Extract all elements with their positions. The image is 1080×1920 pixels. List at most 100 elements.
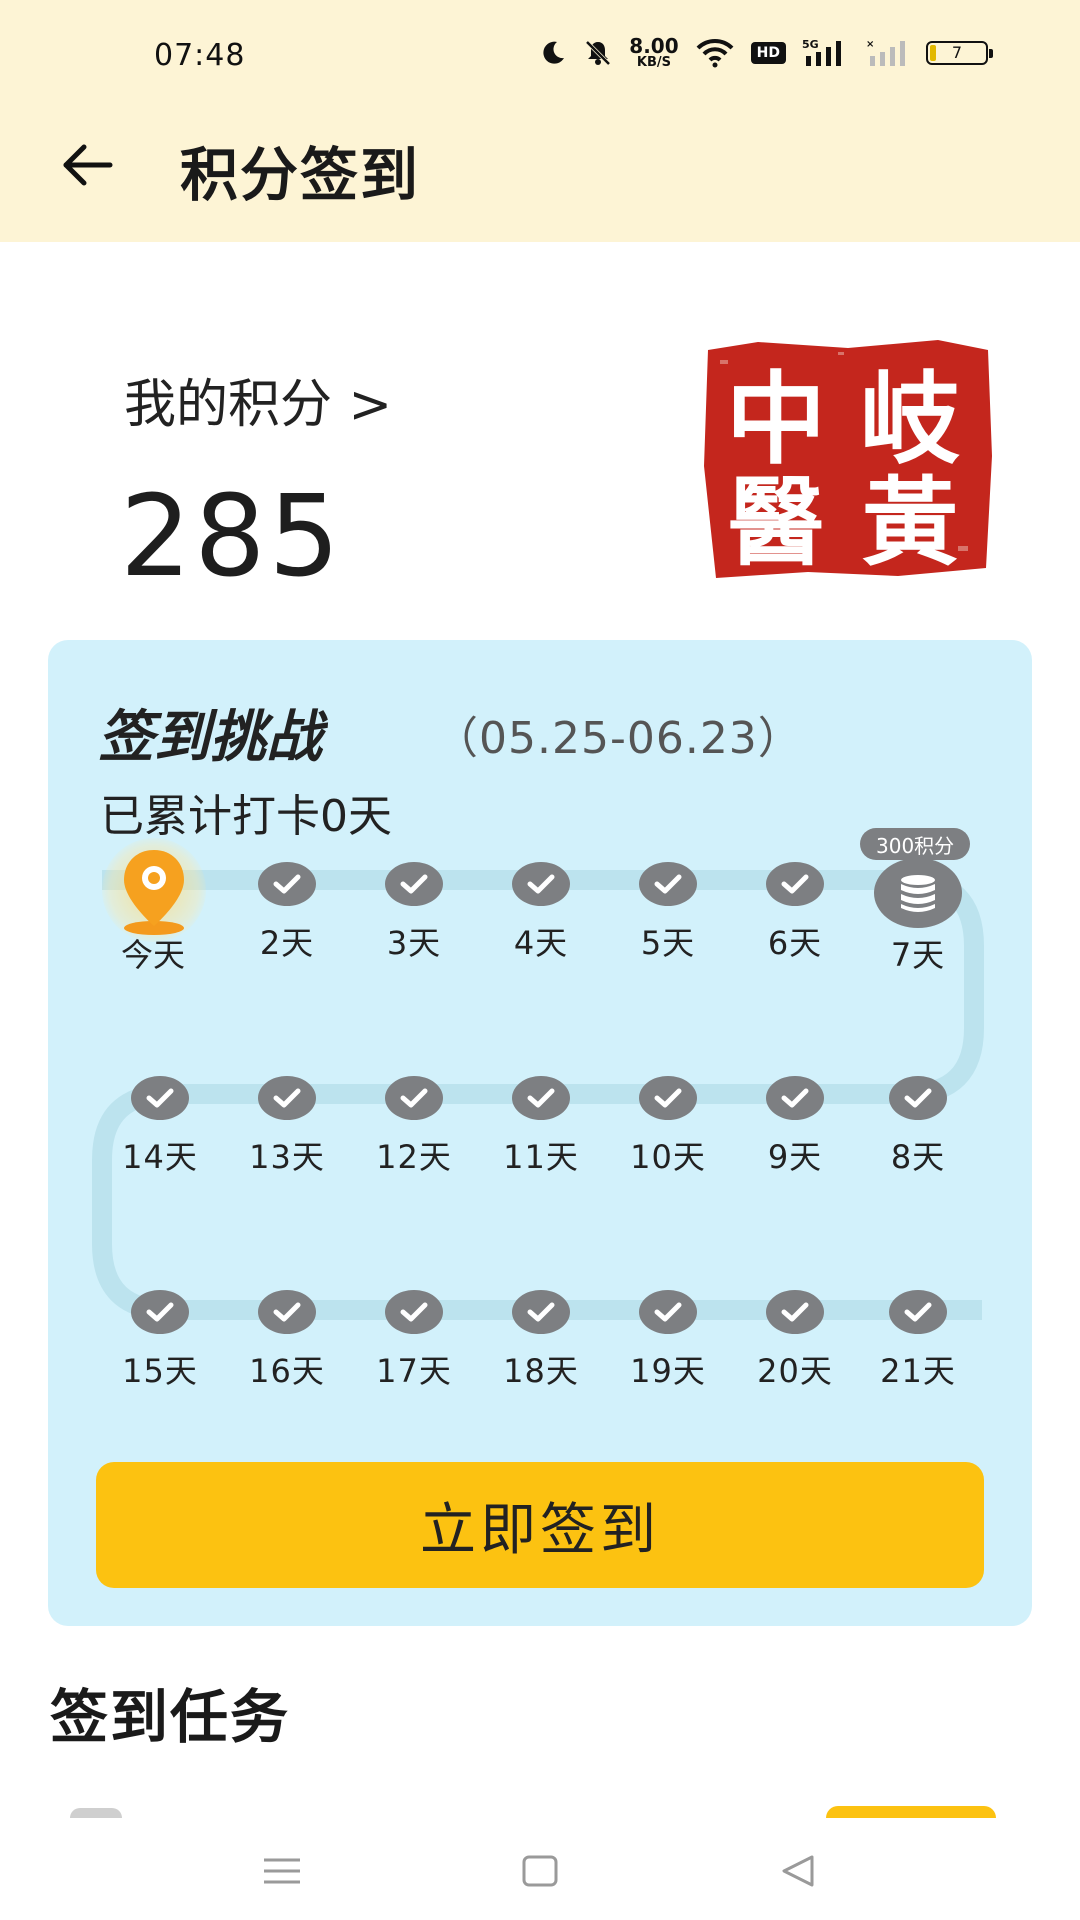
task-action-button-peek[interactable] [826, 1806, 996, 1818]
day-label: 9天 [767, 1138, 823, 1176]
day-label: 13天 [249, 1138, 325, 1176]
seal-logo: 中 岐 醫 黃 [704, 340, 992, 579]
day-11: 11天 [486, 1076, 596, 1178]
day-label: 21天 [880, 1352, 956, 1390]
day-18: 18天 [486, 1290, 596, 1392]
day-label: 3天 [386, 924, 442, 962]
moon-icon [539, 39, 567, 67]
check-icon [512, 1076, 570, 1120]
day-label: 16天 [249, 1352, 325, 1390]
header-bar: 07:48 8.00 KB/S HD 5G × 7 积分签到 [0, 0, 1080, 242]
seal-char-4: 黃 [862, 466, 958, 579]
check-icon [889, 1076, 947, 1120]
today-marker [102, 838, 206, 942]
back-triangle-icon [782, 1855, 814, 1887]
day-label: 14天 [122, 1138, 198, 1176]
challenge-date-range: （05.25-06.23） [434, 713, 803, 764]
check-icon [131, 1290, 189, 1334]
wifi-icon [695, 38, 735, 68]
home-square-icon [522, 1855, 558, 1887]
day-label: 11天 [503, 1138, 579, 1176]
day-21: 21天 [863, 1290, 973, 1392]
check-icon [766, 1076, 824, 1120]
day-20: 20天 [740, 1290, 850, 1392]
day-5: 5天 [613, 862, 723, 964]
day-label: 19天 [630, 1352, 706, 1390]
points-value: 285 [120, 472, 343, 602]
home-button[interactable] [510, 1846, 570, 1896]
check-icon [889, 1290, 947, 1334]
back-button[interactable] [52, 130, 122, 200]
check-icon [639, 1076, 697, 1120]
signal-5g-icon: 5G [802, 38, 850, 68]
my-points-link[interactable]: 我的积分 > [124, 362, 392, 437]
check-icon [639, 862, 697, 906]
check-icon [258, 862, 316, 906]
check-icon [385, 1076, 443, 1120]
day-label: 2天 [259, 924, 315, 962]
system-back-button[interactable] [768, 1846, 828, 1896]
day-16: 16天 [232, 1290, 342, 1392]
net-speed: 8.00 KB/S [629, 36, 678, 69]
day-2: 2天 [232, 862, 342, 964]
day-label: 15天 [122, 1352, 198, 1390]
check-icon [258, 1290, 316, 1334]
day-10: 10天 [613, 1076, 723, 1178]
day-15: 15天 [105, 1290, 215, 1392]
day-17: 17天 [359, 1290, 469, 1392]
location-pin-icon [124, 850, 184, 935]
day-3: 3天 [359, 862, 469, 964]
check-icon [385, 862, 443, 906]
menu-icon [264, 1858, 300, 1884]
day-9: 9天 [740, 1076, 850, 1178]
svg-text:5G: 5G [802, 38, 819, 51]
system-nav-bar [0, 1818, 1080, 1920]
day-label: 4天 [513, 924, 569, 962]
hd-icon: HD [750, 41, 786, 64]
check-icon [131, 1076, 189, 1120]
day-14: 14天 [105, 1076, 215, 1178]
task-item-icon-peek [70, 1808, 122, 1818]
check-icon [258, 1076, 316, 1120]
check-icon [385, 1290, 443, 1334]
net-speed-value: 8.00 [629, 34, 679, 58]
day-label: 20天 [757, 1352, 833, 1390]
check-icon [766, 862, 824, 906]
signal-2-icon: × [866, 38, 910, 68]
battery-level: 7 [951, 43, 963, 62]
status-icons: 8.00 KB/S HD 5G × 7 [539, 36, 993, 69]
day-12: 12天 [359, 1076, 469, 1178]
day-label: 6天 [767, 924, 823, 962]
net-speed-unit: KB/S [636, 55, 672, 70]
day-4: 4天 [486, 862, 596, 964]
day-8: 8天 [863, 1076, 973, 1178]
mute-bell-icon [583, 38, 613, 68]
coin-stack-icon [874, 858, 962, 928]
battery-icon: 7 [926, 40, 993, 65]
day-label: 10天 [630, 1138, 706, 1176]
check-icon [512, 1290, 570, 1334]
seal-char-2: 岐 [860, 360, 960, 478]
day-label: 5天 [640, 924, 696, 962]
day-label: 8天 [890, 1138, 946, 1176]
challenge-summary: 已累计打卡0天 [100, 791, 392, 842]
tasks-section-title: 签到任务 [50, 1683, 291, 1751]
svg-text:×: × [866, 39, 874, 50]
day-6: 6天 [740, 862, 850, 964]
day-label-today: 今天 [120, 936, 185, 974]
back-arrow-icon [63, 144, 113, 186]
day-label: 17天 [376, 1352, 452, 1390]
day-7: 7天 [863, 930, 973, 976]
day-13: 13天 [232, 1076, 342, 1178]
signin-challenge-card: 签到挑战 （05.25-06.23） 已累计打卡0天 今天 2天 3天 4天 5… [48, 640, 1032, 1626]
page-title: 积分签到 [180, 141, 421, 209]
day-label: 18天 [503, 1352, 579, 1390]
check-icon [512, 862, 570, 906]
day-19: 19天 [613, 1290, 723, 1392]
day-label: 7天 [890, 936, 946, 974]
challenge-title: 签到挑战 [98, 705, 322, 770]
status-time: 07:48 [154, 38, 246, 73]
menu-button[interactable] [252, 1846, 312, 1896]
seal-char-3: 醫 [728, 466, 824, 579]
sign-in-now-button[interactable]: 立即签到 [96, 1462, 984, 1588]
